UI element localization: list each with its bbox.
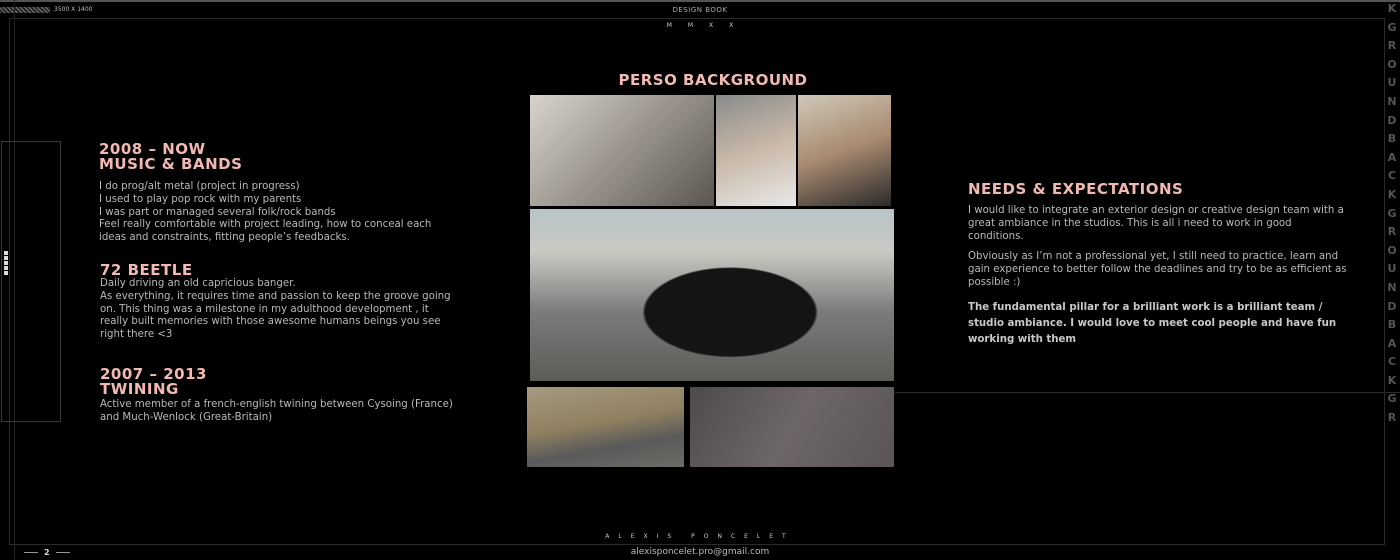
needs-paragraph: I would like to integrate an exterior de… (968, 205, 1344, 242)
page-number: 2 (18, 548, 76, 557)
section-title: 72 BEETLE (100, 261, 193, 279)
group-photo (716, 95, 796, 206)
text-line: I used to play pop rock with my parents (99, 193, 302, 205)
top-bar (0, 0, 1400, 2)
text-line: Active member of a french-english twinin… (100, 399, 453, 423)
divider-line (895, 392, 1400, 393)
needs-paragraph: Obviously as I’m not a professional yet,… (968, 251, 1347, 288)
beetle-road-photo (527, 387, 684, 467)
section-title: TWINING (100, 380, 179, 398)
text-line: I do prog/alt metal (project in progress… (99, 181, 300, 192)
text-line: I was part or managed several folk/rock … (99, 206, 336, 218)
group-photo-right (798, 95, 891, 206)
needs-highlight: The fundamental pillar for a brilliant w… (968, 301, 1337, 345)
text-line: Feel really comfortable with project lea… (99, 219, 432, 244)
guitar-photo (690, 387, 894, 467)
vertical-side-text: KGROUND BACKGROUND BACKGR (1387, 2, 1397, 425)
text-line: As everything, it requires time and pass… (100, 290, 451, 341)
text-line: Daily driving an old capricious banger. (100, 278, 296, 289)
beetle-gas-station-photo (530, 209, 894, 381)
side-box (1, 141, 61, 422)
page-number-value: 2 (44, 548, 50, 557)
photos-title: PERSO BACKGROUND (618, 71, 808, 89)
section-title: MUSIC & BANDS (99, 155, 243, 173)
section-music: 2008 – NOW MUSIC & BANDS I do prog/alt m… (99, 142, 459, 245)
page-indicator-dots (4, 251, 8, 276)
author-name: ALEXIS PONCELET (605, 533, 795, 540)
author-email[interactable]: alexisponcelet.pro@gmail.com (0, 547, 1400, 557)
needs-section: NEEDS & EXPECTATIONS I would like to int… (968, 182, 1348, 348)
book-title: DESIGN BOOK (672, 6, 728, 14)
section-beetle: 72 BEETLE Daily driving an old capriciou… (100, 263, 460, 342)
friends-room-photo (530, 95, 714, 206)
section-twining: 2007 – 2013 TWINING Active member of a f… (100, 367, 460, 425)
needs-title: NEEDS & EXPECTATIONS (968, 180, 1184, 198)
